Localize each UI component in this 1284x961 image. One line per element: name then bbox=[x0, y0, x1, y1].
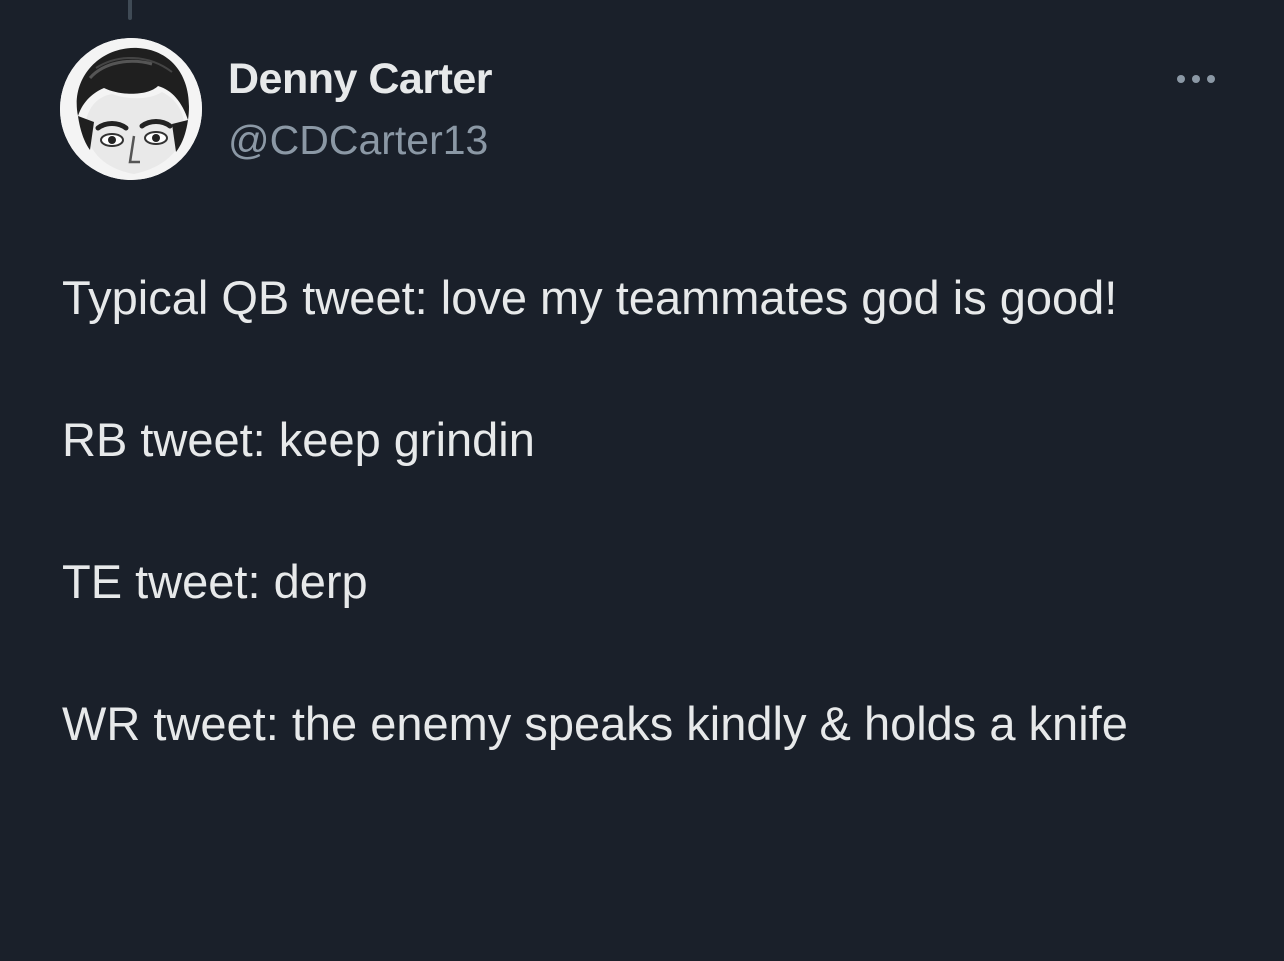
more-options-button[interactable] bbox=[1170, 64, 1222, 94]
more-horizontal-icon bbox=[1177, 75, 1215, 83]
tweet-paragraph: RB tweet: keep grindin bbox=[62, 413, 535, 466]
author-handle[interactable]: @CDCarter13 bbox=[228, 117, 488, 164]
avatar-caricature-icon bbox=[60, 38, 202, 180]
tweet-paragraph: TE tweet: derp bbox=[62, 555, 368, 608]
tweet-paragraph: WR tweet: the enemy speaks kindly & hold… bbox=[62, 697, 1128, 750]
author-display-name[interactable]: Denny Carter bbox=[228, 55, 493, 104]
tweet-text: Typical QB tweet: love my teammates god … bbox=[62, 262, 1212, 759]
tweet-card: Denny Carter @CDCarter13 Typical QB twee… bbox=[0, 0, 1284, 961]
tweet-paragraph: Typical QB tweet: love my teammates god … bbox=[62, 271, 1118, 324]
avatar[interactable] bbox=[60, 38, 202, 180]
thread-connector-line bbox=[128, 0, 132, 20]
